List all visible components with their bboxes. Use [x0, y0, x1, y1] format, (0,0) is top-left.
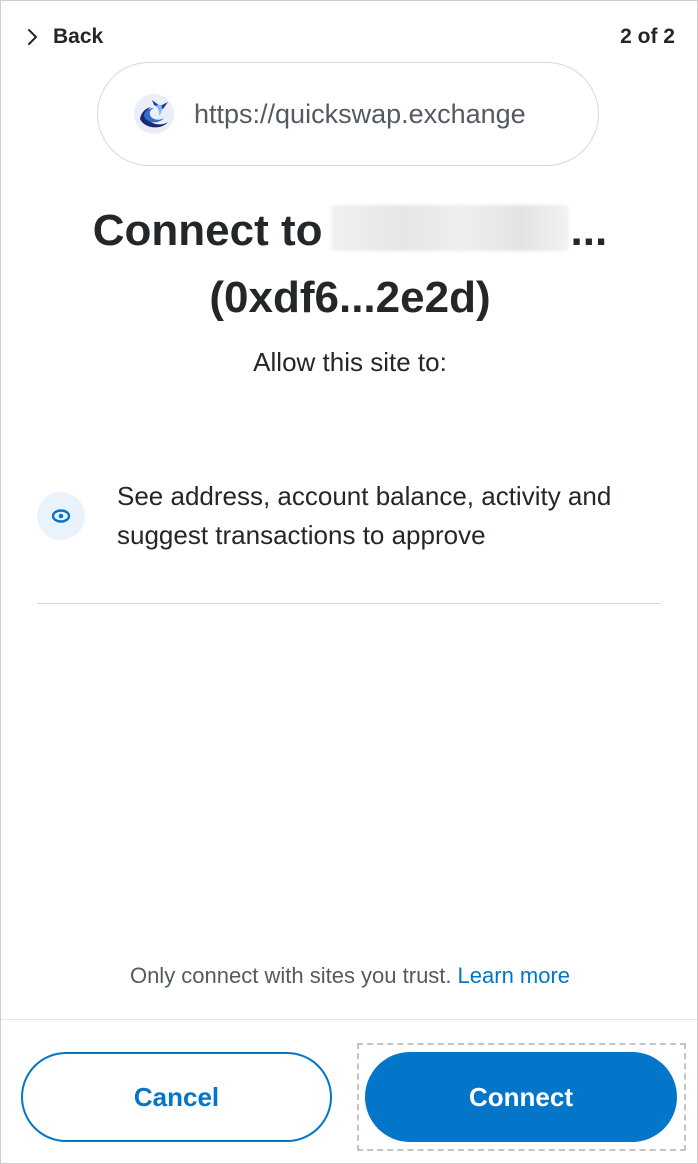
title-ellipsis: ...: [570, 206, 608, 255]
cancel-button[interactable]: Cancel: [21, 1052, 332, 1142]
permission-item-text: See address, account balance, activity a…: [117, 481, 612, 550]
eye-icon: [51, 509, 71, 523]
footer-divider: [1, 1019, 697, 1020]
site-origin-pill: https://quickswap.exchange: [97, 62, 599, 166]
step-indicator: 2 of 2: [620, 25, 675, 48]
chevron-right-icon: [28, 29, 37, 45]
divider: [37, 603, 661, 604]
title-prefix: Connect to: [92, 206, 323, 255]
redacted-account-name: [330, 205, 569, 251]
connect-dialog: Back 2 of 2 https://quickswap.exchange C…: [0, 0, 698, 1164]
learn-more-link[interactable]: Learn more: [458, 963, 571, 988]
site-url: https://quickswap.exchange: [194, 98, 526, 129]
connect-button[interactable]: Connect: [365, 1052, 677, 1142]
trust-note-text: Only connect with sites you trust.: [129, 963, 452, 988]
account-address: (0xdf6...2e2d): [209, 273, 491, 322]
back-button[interactable]: Back: [25, 25, 103, 49]
page-title: Connect to...: [1, 205, 698, 256]
permissions-heading: Allow this site to:: [253, 347, 447, 377]
trust-note: Only connect with sites you trust. Learn …: [1, 963, 698, 989]
back-label: Back: [53, 25, 104, 48]
quickswap-logo-icon: [132, 92, 176, 136]
permission-icon-badge: [37, 492, 85, 540]
